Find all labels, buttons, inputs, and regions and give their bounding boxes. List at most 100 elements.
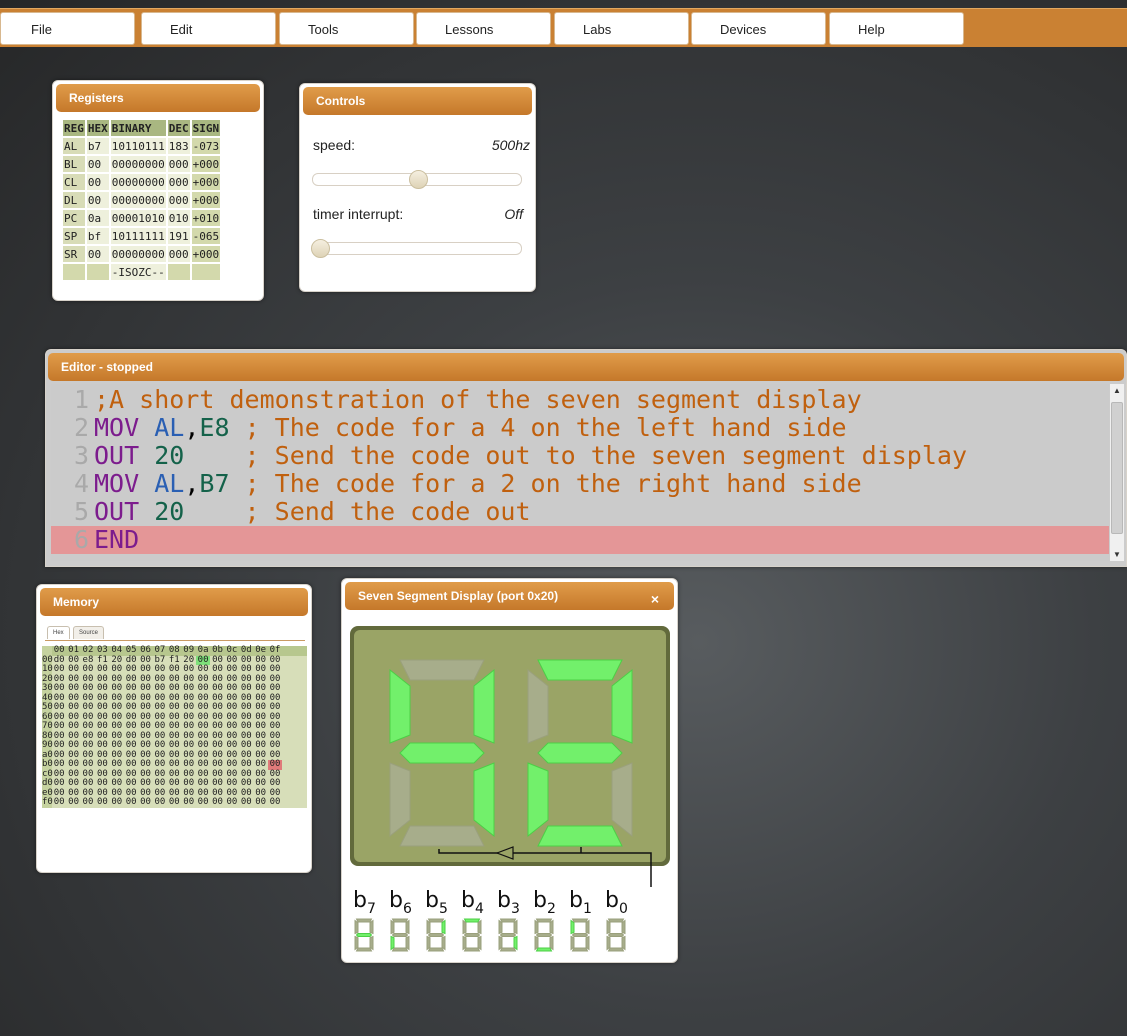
- register-cell: 00: [86, 192, 109, 208]
- bit4-indicator-segment-b: [477, 919, 482, 935]
- memory-cell: 00: [183, 797, 195, 807]
- register-cell: SR: [63, 246, 85, 262]
- bit-label: b3: [497, 888, 520, 917]
- code-editor[interactable]: 1 ;A short demonstration of the seven seg…: [51, 384, 1109, 561]
- menu-devices[interactable]: Devices: [691, 12, 826, 45]
- register-cell: DL: [63, 192, 85, 208]
- register-cell: 000: [167, 192, 190, 208]
- register-row: SR 00 00000000 000 +000: [63, 246, 221, 262]
- bit1-indicator-segment-e: [570, 935, 575, 951]
- memory-row: f0 00 00 00 00 00 00 00 00 00 00 00 00 00 00 00 00: [42, 797, 307, 808]
- editor-scroll-thumb[interactable]: [1111, 402, 1123, 534]
- code-line[interactable]: 5 OUT 20 ; Send the code out: [51, 498, 1109, 526]
- register-row: AL b7 10110111 183 -073: [63, 138, 221, 154]
- menu-tools[interactable]: Tools: [279, 12, 414, 45]
- editor-scrollbar[interactable]: ▲ ▼: [1110, 384, 1124, 561]
- register-cell: +000: [191, 156, 221, 172]
- register-cell: [167, 264, 190, 280]
- tab-hex[interactable]: Hex: [47, 626, 70, 639]
- bit-label: b4: [461, 888, 484, 917]
- memory-cell: 00: [240, 797, 252, 807]
- bit2-indicator-segment-f: [534, 919, 539, 935]
- menu-edit[interactable]: Edit: [141, 12, 276, 45]
- memory-cell: 00: [226, 797, 238, 807]
- tab-source[interactable]: Source: [73, 626, 105, 639]
- registers-title[interactable]: Registers: [56, 84, 260, 112]
- bit3-indicator-segment-f: [498, 919, 503, 935]
- bit4-indicator-segment-c: [477, 935, 482, 951]
- register-cell: 000: [167, 246, 190, 262]
- code-line[interactable]: 1 ;A short demonstration of the seven seg…: [51, 386, 1109, 414]
- bit-index: 3: [511, 901, 520, 917]
- bit6-indicator-segment-e: [390, 935, 395, 951]
- bit4-indicator-segment-a: [463, 918, 481, 923]
- memory-cell: 00: [125, 797, 137, 807]
- register-cell: 10110111: [110, 138, 166, 154]
- bit7-indicator-segment-a: [355, 918, 373, 923]
- code-line[interactable]: 4 MOV AL,B7 ; The code for a 2 on the rig…: [51, 470, 1109, 498]
- close-icon[interactable]: ×: [651, 591, 659, 607]
- code-line[interactable]: 6 END: [51, 526, 1109, 554]
- menu-file[interactable]: File: [0, 12, 135, 45]
- scroll-up-arrow-icon[interactable]: ▲: [1113, 386, 1121, 395]
- bit7-indicator-segment-f: [354, 919, 359, 935]
- bit4-indicator-segment-e: [462, 935, 467, 951]
- editor-title[interactable]: Editor - stopped: [48, 353, 1124, 381]
- bit-label: b0: [605, 888, 628, 917]
- menu-file-label: File: [31, 22, 52, 37]
- code-line[interactable]: 3 OUT 20 ; Send the code out to the seven…: [51, 442, 1109, 470]
- register-cell: 10111111: [110, 228, 166, 244]
- bit0-indicator-segment-e: [606, 935, 611, 951]
- timer-slider-handle[interactable]: [311, 239, 330, 258]
- bit0-indicator-segment-c: [621, 935, 626, 951]
- menu-labs-label: Labs: [583, 22, 612, 37]
- bit-index: 4: [475, 901, 484, 917]
- scroll-down-arrow-icon[interactable]: ▼: [1113, 550, 1121, 559]
- bit5-indicator-segment-a: [427, 918, 445, 923]
- bit0-indicator-segment-f: [606, 919, 611, 935]
- memory-cell: 00: [111, 797, 123, 807]
- memory-tabs: Hex Source: [45, 626, 305, 641]
- register-cell: b7: [86, 138, 109, 154]
- register-cell: PC: [63, 210, 85, 226]
- registers-table: REG HEX BINARY DEC SIGN AL b7 10110111 183 -073 B…: [61, 118, 222, 282]
- seven-segment-display: b7 b6 b5 b4 b3 b2 b1 b0: [350, 626, 670, 952]
- line-number: 4: [73, 469, 89, 498]
- registers-panel: Registers REG HEX BINARY DEC SIGN AL b7 101101…: [52, 80, 264, 301]
- bit-index: 7: [367, 901, 376, 917]
- register-cell: [63, 264, 85, 280]
- bit5-indicator-segment-c: [441, 935, 446, 951]
- right-digit-segment-a: [537, 659, 623, 681]
- register-cell: +000: [191, 174, 221, 190]
- register-cell: 191: [167, 228, 190, 244]
- bit3-indicator-segment-c: [513, 935, 518, 951]
- controls-title[interactable]: Controls: [303, 87, 532, 115]
- timer-interrupt-slider[interactable]: [311, 239, 522, 258]
- bit6-indicator-segment-a: [391, 918, 409, 923]
- menu-lessons[interactable]: Lessons: [416, 12, 551, 45]
- bit1-indicator-segment-g: [571, 933, 589, 937]
- right-digit-segment-d: [537, 825, 623, 847]
- bit-index: 2: [547, 901, 556, 917]
- memory-cell: 00: [212, 797, 223, 807]
- menu-help[interactable]: Help: [829, 12, 964, 45]
- speed-slider-handle[interactable]: [408, 170, 428, 189]
- code-line[interactable]: 2 MOV AL,E8 ; The code for a 4 on the lef…: [51, 414, 1109, 442]
- bit6-indicator-segment-g: [391, 933, 409, 937]
- register-cell: 00000000: [110, 246, 166, 262]
- seven-segment-title[interactable]: Seven Segment Display (port 0x20): [345, 582, 674, 610]
- memory-cell: 00: [168, 797, 180, 807]
- menu-labs[interactable]: Labs: [554, 12, 689, 45]
- bit0-indicator-segment-a: [607, 918, 625, 923]
- editor-panel: Editor - stopped 1 ;A short demonstration…: [45, 349, 1127, 567]
- memory-title[interactable]: Memory: [40, 588, 308, 616]
- register-cell: 00: [86, 174, 109, 190]
- bit3-indicator-segment-d: [499, 947, 517, 952]
- bit3-indicator-segment-e: [498, 935, 503, 951]
- bit-label: b1: [569, 888, 592, 917]
- speed-slider[interactable]: [312, 170, 522, 189]
- register-cell: 183: [167, 138, 190, 154]
- bit5-indicator-segment-f: [426, 919, 431, 935]
- register-cell: bf: [86, 228, 109, 244]
- speed-label: speed:: [313, 137, 356, 153]
